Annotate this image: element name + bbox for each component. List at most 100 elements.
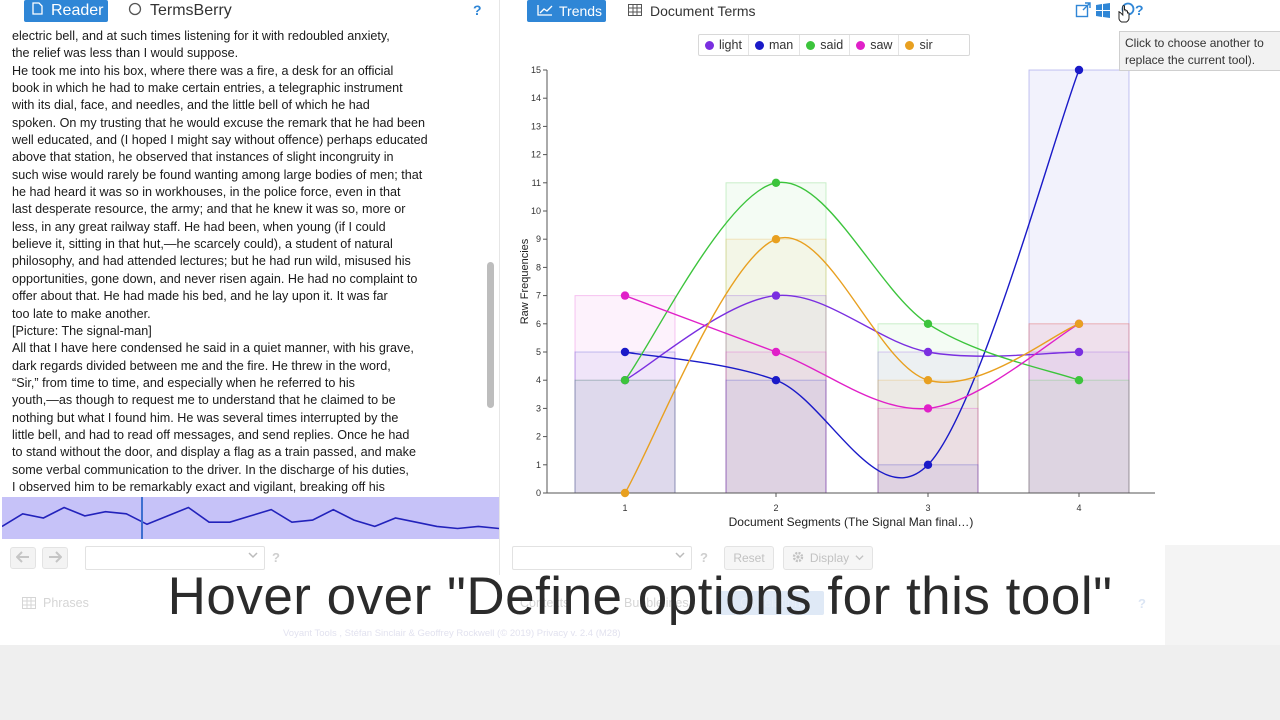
chart-bar [574,379,676,494]
data-point-man[interactable] [620,347,630,357]
data-point-light[interactable] [771,291,781,300]
tab-termsberry[interactable]: TermsBerry [128,0,232,22]
series-line-said[interactable] [624,181,1080,381]
tab-document-terms[interactable]: Document Terms [628,0,756,22]
y-tick-label: 13 [531,121,541,131]
reader-line: believe it, sitting in that hut,—he scar… [12,237,393,252]
tab-termsberry-label: TermsBerry [150,2,232,19]
document-sparkline[interactable] [1,497,500,539]
data-point-said[interactable] [620,376,630,385]
legend-item-sir[interactable]: sir [899,35,938,55]
reset-label: Reset [733,551,765,565]
y-tick-label: 0 [536,488,541,498]
data-point-sir[interactable] [923,376,933,385]
data-point-said[interactable] [923,319,933,328]
trends-chart: 01234567891011121314151 2 3 4Document Segme… [519,65,1155,529]
y-tick-label: 12 [531,150,541,160]
reader-line: electric bell, and at such times listeni… [12,29,390,43]
legend-item-man[interactable]: man [749,35,801,55]
side-blank [1165,0,1280,545]
data-point-sir[interactable] [1074,319,1084,328]
reader-line: nothing but what I found him. He was sev… [12,410,399,425]
data-point-man[interactable] [771,376,781,385]
y-tick-label: 1 [536,460,541,470]
tooltip-line-1: Click to choose another to [1125,36,1264,50]
reader-line: to stand without the door, and display a… [12,445,416,460]
data-point-saw[interactable] [923,404,933,413]
reader-panel: Reader TermsBerry ? electric bell, and a… [0,0,500,575]
video-caption: Hover over "Define options for this tool… [167,567,1113,626]
tooltip-line-2: replace the current tool). [1125,53,1256,67]
data-point-man[interactable] [1074,65,1084,75]
legend-item-saw[interactable]: saw [850,35,900,55]
reader-line: “Sir,” from time to time, and especially… [12,375,355,390]
trends-help-icon[interactable]: ? [1135,2,1144,29]
reader-line: He took me into his box, where there was… [12,63,394,78]
data-point-said[interactable] [771,178,781,187]
reader-line: he had heard it was so in workhouses, in… [12,185,401,200]
reader-line: spoken. On my trusting that he would exc… [12,115,426,130]
reader-line: dark regards divided between me and the … [12,358,391,373]
chevron-down-icon [675,550,685,563]
legend-label: said [820,38,844,52]
legend-label: saw [870,38,893,52]
legend-dot [905,40,915,50]
term-help-icon[interactable]: ? [700,550,708,565]
reader-line: with its dial, face, and needles, and th… [12,98,370,113]
tab-trends-label: Trends [559,3,603,19]
legend-label: sir [919,38,933,52]
select-help-icon[interactable]: ? [272,550,280,565]
y-tick-label: 2 [536,432,541,442]
arrow-left-icon [15,550,30,566]
reader-line: less, in any great railway staff. He had… [12,219,386,234]
windows-icon[interactable] [1095,2,1111,29]
display-label: Display [809,551,850,565]
reader-line: well educated, and (I hoped I might say … [12,133,428,148]
series-line-light[interactable] [624,294,1080,381]
x-tick-label: 2 [773,503,778,513]
data-point-saw[interactable] [620,291,630,300]
table-icon [628,3,642,19]
series-line-sir[interactable] [624,236,1080,494]
sparkline-line [1,506,500,530]
data-point-light[interactable] [923,347,933,357]
legend-item-light[interactable]: light [699,35,749,55]
reader-line: [Picture: The signal-man] [12,323,152,338]
legend-item-said[interactable]: said [800,35,851,55]
reader-line: last desperate resource, the army; and t… [12,202,406,217]
gear-icon [792,551,804,566]
y-tick-label: 7 [536,291,541,301]
reader-line: book in which he had to make certain ent… [12,81,403,96]
tab-trends[interactable]: Trends [527,0,606,22]
data-point-saw[interactable] [771,347,781,357]
chart-bar [877,464,979,494]
data-point-said[interactable] [1074,376,1084,385]
options-toggle-icon[interactable] [1115,2,1135,29]
x-tick-label: 3 [925,503,930,513]
chart-bar [1028,379,1130,494]
reader-line: I observed him to be remarkably exact an… [12,479,385,494]
y-tick-label: 6 [536,319,541,329]
options-tooltip: Click to choose another to replace the c… [1119,31,1280,71]
reader-help-icon[interactable]: ? [473,2,482,18]
data-point-light[interactable] [1074,347,1084,357]
line-chart-icon [537,3,553,19]
reader-line: such wise would rarely be found wanting … [12,167,423,182]
y-tick-label: 8 [536,262,541,272]
legend-dot [856,40,866,50]
y-tick-label: 9 [536,234,541,244]
data-point-sir[interactable] [620,488,630,498]
legend-dot [754,40,764,50]
reader-line: All that I have here condensed he said i… [12,341,414,356]
legend-label: man [768,38,794,52]
reader-scrollbar[interactable] [487,262,494,408]
reader-line: offer about that. He had made his bed, a… [12,289,388,304]
data-point-sir[interactable] [771,235,781,244]
export-icon[interactable] [1075,2,1091,29]
tab-reader-label: Reader [51,2,104,19]
series-line-man[interactable] [624,69,1080,479]
tab-reader[interactable]: Reader [24,0,108,22]
reader-line: philosophy, and had attended lectures; b… [12,254,411,269]
y-tick-label: 10 [531,206,541,216]
data-point-man[interactable] [923,460,933,469]
